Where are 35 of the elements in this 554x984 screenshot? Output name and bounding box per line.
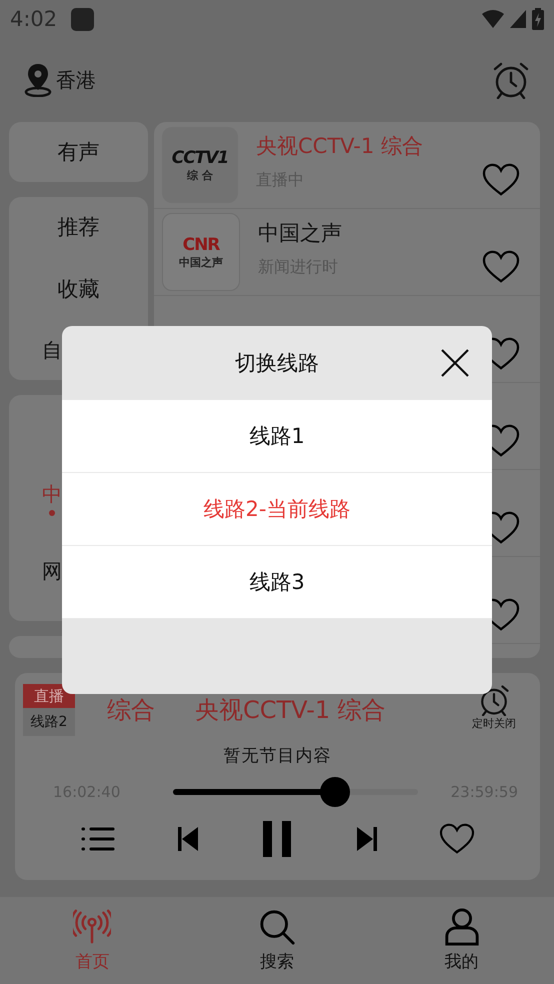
battery-icon: [532, 8, 544, 30]
category-item[interactable]: 自: [42, 331, 62, 370]
nav-tab[interactable]: 搜索: [184, 897, 370, 984]
category-item[interactable]: 推荐: [58, 207, 100, 247]
channel-name[interactable]: 中国之声: [258, 219, 482, 247]
wifi-icon: [482, 10, 504, 28]
logo-text: 中国之声: [179, 254, 223, 270]
logo-text: CCTV1: [172, 148, 228, 168]
dialog-title: 切换线路: [235, 350, 319, 377]
sleep-timer-button[interactable]: 定时关闭: [462, 684, 526, 731]
now-playing-title: 央视CCTV-1 综合: [195, 695, 386, 726]
signal-icon: [510, 10, 526, 28]
category-item[interactable]: 收藏: [58, 269, 100, 309]
logo-text: 综 合: [187, 168, 213, 182]
category-item[interactable]: 网: [42, 552, 62, 591]
close-icon[interactable]: [440, 348, 470, 378]
route-option[interactable]: 线路2-当前线路: [62, 473, 492, 546]
selected-dot: [49, 510, 55, 516]
app-notification-icon: [71, 8, 94, 30]
alarm-clock-icon[interactable]: [492, 61, 530, 99]
logo-text: CNR: [182, 234, 220, 254]
location-label[interactable]: 香港: [56, 66, 96, 94]
route-tag[interactable]: 线路2: [23, 708, 75, 736]
status-time: 4:02: [10, 7, 58, 31]
category-item[interactable]: 有声: [58, 132, 100, 172]
nav-tab[interactable]: 我的: [369, 897, 554, 984]
location-pin-icon[interactable]: [24, 63, 52, 97]
now-playing-title: 综合: [107, 695, 155, 726]
search-icon: [258, 908, 296, 946]
route-option[interactable]: 线路3: [62, 546, 492, 619]
route-option[interactable]: 线路1: [62, 400, 492, 473]
antenna-icon: [73, 908, 112, 946]
program-text: 暂无节目内容: [222, 745, 332, 767]
user-icon: [442, 908, 481, 946]
slider-thumb[interactable]: [320, 777, 350, 807]
